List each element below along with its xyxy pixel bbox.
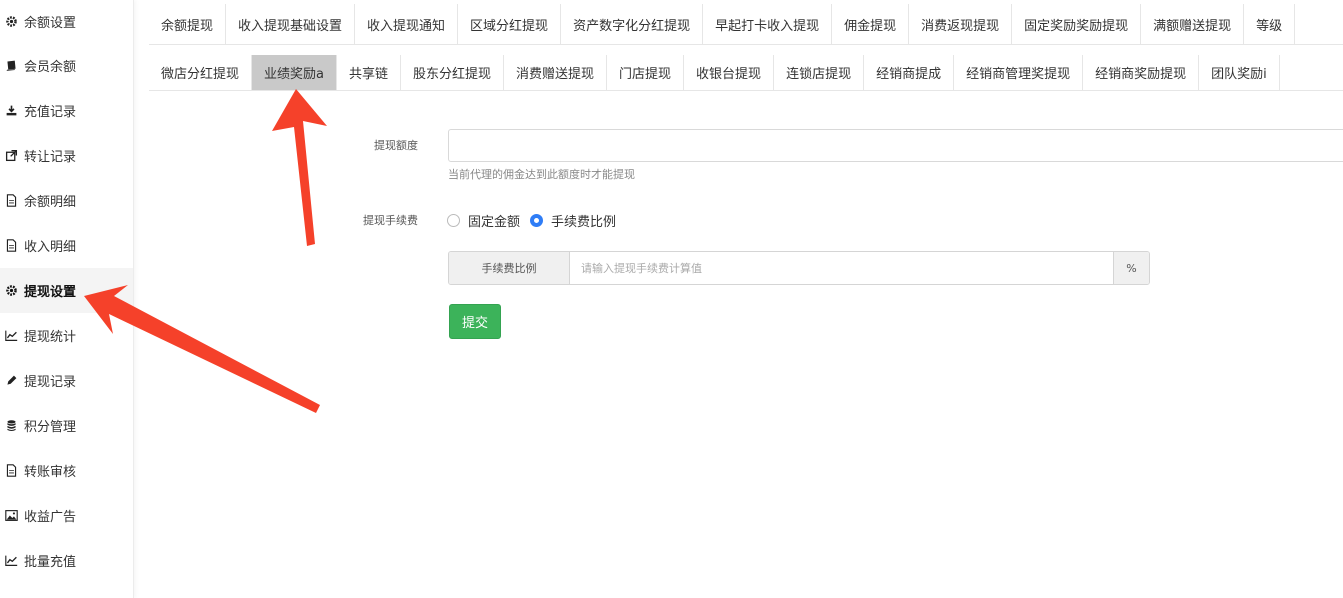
tab-bar-secondary: 微店分红提现 业绩奖励a 共享链 股东分红提现 消费赠送提现 门店提现 收银台提… xyxy=(149,55,1343,91)
tab-consumption-gift-withdraw[interactable]: 消费赠送提现 xyxy=(504,55,608,90)
sidebar-item-member-balance[interactable]: 会员余额 xyxy=(0,43,133,88)
sidebar-item-label: 提现记录 xyxy=(24,375,77,390)
tab-team-reward[interactable]: 团队奖励i xyxy=(1199,55,1280,90)
pencil-icon xyxy=(4,374,18,388)
fee-ratio-input-group: 手续费比例 % xyxy=(448,251,1150,285)
sidebar-item-label: 收入明细 xyxy=(24,240,77,255)
gear-icon xyxy=(4,15,18,29)
submit-button[interactable]: 提交 xyxy=(449,304,501,339)
download-icon xyxy=(4,104,18,118)
sidebar-item-balance-details[interactable]: 余额明细 xyxy=(0,178,133,223)
database-icon xyxy=(4,419,18,433)
sidebar-item-label: 转让记录 xyxy=(24,150,77,165)
tab-performance-reward[interactable]: 业绩奖励a xyxy=(252,55,337,90)
sidebar: 余额设置 会员余额 充值记录 转让记录 余额明细 收入明细 提现设置 提现统计 … xyxy=(0,0,134,598)
file-icon xyxy=(4,239,18,253)
sidebar-item-balance-settings[interactable]: 余额设置 xyxy=(0,0,133,43)
tab-shared-chain[interactable]: 共享链 xyxy=(337,55,401,90)
tab-full-gift-withdraw[interactable]: 满额赠送提现 xyxy=(1141,4,1245,44)
tab-cashback-withdraw[interactable]: 消费返现提现 xyxy=(909,4,1013,44)
image-icon xyxy=(4,509,18,523)
sidebar-item-label: 收益广告 xyxy=(24,510,77,525)
line-chart-icon xyxy=(4,329,18,343)
sidebar-item-withdraw-settings[interactable]: 提现设置 xyxy=(0,268,133,313)
radio-fixed-amount-label[interactable]: 固定金额 xyxy=(468,211,520,230)
withdraw-amount-help: 当前代理的佣金达到此额度时才能提现 xyxy=(448,168,635,181)
sidebar-item-withdraw-records[interactable]: 提现记录 xyxy=(0,358,133,403)
sidebar-item-income-details[interactable]: 收入明细 xyxy=(0,223,133,268)
sidebar-item-label: 积分管理 xyxy=(24,420,77,435)
radio-fee-ratio-label[interactable]: 手续费比例 xyxy=(551,211,616,230)
tab-shareholder-dividend-withdraw[interactable]: 股东分红提现 xyxy=(401,55,505,90)
tab-balance-withdraw[interactable]: 余额提现 xyxy=(149,4,227,44)
sidebar-item-transfer-records[interactable]: 转让记录 xyxy=(0,133,133,178)
tab-commission-withdraw[interactable]: 佣金提现 xyxy=(832,4,910,44)
tab-store-withdraw[interactable]: 门店提现 xyxy=(607,55,685,90)
tab-bar-primary: 余额提现 收入提现基础设置 收入提现通知 区域分红提现 资产数字化分红提现 早起… xyxy=(149,4,1343,45)
sidebar-item-points-management[interactable]: 积分管理 xyxy=(0,403,133,448)
sidebar-item-label: 提现统计 xyxy=(24,330,77,345)
sidebar-item-label: 转账审核 xyxy=(24,465,77,480)
sidebar-item-income-ads[interactable]: 收益广告 xyxy=(0,493,133,538)
line-chart-icon xyxy=(4,554,18,568)
tab-income-withdraw-basic-settings[interactable]: 收入提现基础设置 xyxy=(226,4,356,44)
external-link-icon xyxy=(4,149,18,163)
radio-fixed-amount[interactable] xyxy=(447,214,460,227)
sidebar-item-label: 充值记录 xyxy=(24,105,77,120)
tab-asset-digital-dividend-withdraw[interactable]: 资产数字化分红提现 xyxy=(561,4,704,44)
sidebar-item-label: 余额设置 xyxy=(24,16,77,31)
tab-chain-store-withdraw[interactable]: 连锁店提现 xyxy=(774,55,865,90)
fee-type-radio-group: 固定金额 手续费比例 xyxy=(447,211,626,230)
sidebar-item-withdraw-stats[interactable]: 提现统计 xyxy=(0,313,133,358)
book-icon xyxy=(4,59,18,73)
percent-suffix: % xyxy=(1113,252,1149,284)
sidebar-item-label: 会员余额 xyxy=(24,60,77,75)
tab-dealer-commission[interactable]: 经销商提成 xyxy=(864,55,955,90)
tab-microstore-dividend-withdraw[interactable]: 微店分红提现 xyxy=(149,55,253,90)
tab-dealer-management-reward-withdraw[interactable]: 经销商管理奖提现 xyxy=(954,55,1084,90)
sidebar-item-label: 批量充值 xyxy=(24,555,77,570)
file-icon xyxy=(4,464,18,478)
sidebar-item-label: 提现设置 xyxy=(24,285,77,300)
file-icon xyxy=(4,194,18,208)
tab-income-withdraw-notice[interactable]: 收入提现通知 xyxy=(355,4,459,44)
fee-ratio-addon: 手续费比例 xyxy=(449,252,570,284)
tab-dealer-reward-withdraw[interactable]: 经销商奖励提现 xyxy=(1083,55,1200,90)
withdraw-amount-label: 提现额度 xyxy=(374,139,418,152)
withdraw-fee-label: 提现手续费 xyxy=(363,214,418,227)
withdraw-amount-input[interactable] xyxy=(448,129,1343,162)
tab-level[interactable]: 等级 xyxy=(1244,4,1296,44)
tab-regional-dividend-withdraw[interactable]: 区域分红提现 xyxy=(458,4,562,44)
gear-icon xyxy=(4,284,18,298)
tab-cashier-withdraw[interactable]: 收银台提现 xyxy=(684,55,775,90)
fee-ratio-input[interactable] xyxy=(570,252,1113,284)
tab-fixed-reward-withdraw[interactable]: 固定奖励奖励提现 xyxy=(1012,4,1142,44)
sidebar-item-batch-recharge[interactable]: 批量充值 xyxy=(0,538,133,583)
sidebar-item-recharge-records[interactable]: 充值记录 xyxy=(0,88,133,133)
tab-early-checkin-withdraw[interactable]: 早起打卡收入提现 xyxy=(703,4,833,44)
sidebar-item-label: 余额明细 xyxy=(24,195,77,210)
sidebar-item-transfer-review[interactable]: 转账审核 xyxy=(0,448,133,493)
radio-fee-ratio[interactable] xyxy=(530,214,544,227)
